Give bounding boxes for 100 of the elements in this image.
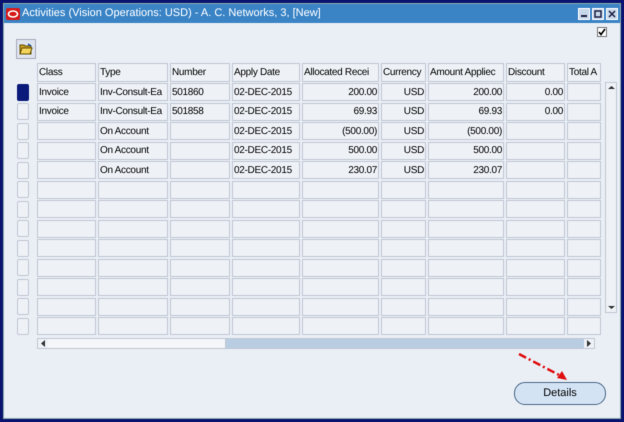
table-cell[interactable]	[567, 161, 601, 180]
table-cell[interactable]	[567, 298, 601, 316]
table-cell[interactable]	[506, 180, 565, 199]
table-cell[interactable]	[506, 200, 565, 218]
table-cell[interactable]: 501858	[170, 102, 230, 121]
table-cell[interactable]	[302, 239, 379, 258]
table-cell[interactable]: 02-DEC-2015	[232, 102, 300, 121]
table-cell[interactable]	[98, 220, 168, 238]
table-cell[interactable]	[506, 278, 565, 296]
table-cell[interactable]	[302, 298, 379, 316]
table-cell[interactable]	[232, 220, 300, 238]
table-cell[interactable]: On Account	[98, 122, 168, 140]
table-cell[interactable]	[506, 298, 565, 316]
table-cell[interactable]	[232, 278, 300, 296]
table-cell[interactable]	[37, 161, 96, 180]
table-cell[interactable]	[170, 239, 230, 258]
table-cell[interactable]: 02-DEC-2015	[232, 83, 300, 102]
close-button[interactable]	[606, 8, 618, 20]
table-cell[interactable]	[98, 239, 168, 258]
table-cell[interactable]	[37, 142, 96, 160]
table-cell[interactable]: 200.00	[302, 83, 379, 102]
table-cell[interactable]	[428, 298, 504, 316]
table-cell[interactable]	[428, 180, 504, 199]
table-cell[interactable]	[381, 258, 426, 277]
table-cell[interactable]	[428, 239, 504, 258]
table-cell[interactable]	[232, 317, 300, 336]
table-cell[interactable]	[567, 258, 601, 277]
table-cell[interactable]: (500.00)	[428, 122, 504, 140]
table-cell[interactable]	[37, 278, 96, 296]
table-cell[interactable]	[37, 220, 96, 238]
table-cell[interactable]	[37, 298, 96, 316]
table-cell[interactable]: 0.00	[506, 83, 565, 102]
table-cell[interactable]	[302, 317, 379, 336]
table-cell[interactable]	[506, 161, 565, 180]
table-cell[interactable]	[302, 180, 379, 199]
table-cell[interactable]: USD	[381, 83, 426, 102]
table-cell[interactable]: USD	[381, 161, 426, 180]
table-cell[interactable]	[302, 200, 379, 218]
table-cell[interactable]	[506, 142, 565, 160]
table-cell[interactable]	[170, 180, 230, 199]
table-cell[interactable]	[567, 239, 601, 258]
table-cell[interactable]	[232, 239, 300, 258]
table-cell[interactable]	[567, 83, 601, 102]
table-cell[interactable]: 500.00	[428, 142, 504, 160]
table-cell[interactable]	[381, 180, 426, 199]
table-cell[interactable]	[302, 278, 379, 296]
table-cell[interactable]	[37, 239, 96, 258]
details-button[interactable]: Details	[514, 382, 606, 405]
table-cell[interactable]	[506, 239, 565, 258]
table-cell[interactable]	[170, 298, 230, 316]
table-cell[interactable]	[98, 258, 168, 277]
table-cell[interactable]	[170, 142, 230, 160]
table-cell[interactable]	[506, 317, 565, 336]
table-cell[interactable]	[567, 317, 601, 336]
table-cell[interactable]	[302, 220, 379, 238]
table-cell[interactable]	[37, 180, 96, 199]
table-cell[interactable]	[381, 239, 426, 258]
table-cell[interactable]	[506, 122, 565, 140]
table-cell[interactable]	[428, 278, 504, 296]
table-cell[interactable]: 0.00	[506, 102, 565, 121]
table-cell[interactable]	[98, 180, 168, 199]
table-cell[interactable]: 02-DEC-2015	[232, 161, 300, 180]
table-cell[interactable]: On Account	[98, 161, 168, 180]
table-cell[interactable]	[428, 200, 504, 218]
table-cell[interactable]	[170, 200, 230, 218]
table-cell[interactable]: Inv-Consult-Ea	[98, 83, 168, 102]
table-cell[interactable]: 501860	[170, 83, 230, 102]
table-cell[interactable]	[381, 200, 426, 218]
open-folder-button[interactable]	[16, 39, 36, 59]
table-cell[interactable]	[428, 317, 504, 336]
table-cell[interactable]	[170, 220, 230, 238]
table-cell[interactable]	[170, 317, 230, 336]
table-cell[interactable]	[232, 298, 300, 316]
table-cell[interactable]	[37, 122, 96, 140]
scrollbar-thumb[interactable]	[48, 338, 226, 348]
table-cell[interactable]: Invoice	[37, 102, 96, 121]
table-cell[interactable]	[567, 122, 601, 140]
table-cell[interactable]: 02-DEC-2015	[232, 122, 300, 140]
table-cell[interactable]: USD	[381, 102, 426, 121]
table-cell[interactable]: 69.93	[302, 102, 379, 121]
table-cell[interactable]	[302, 258, 379, 277]
table-cell[interactable]: Invoice	[37, 83, 96, 102]
table-cell[interactable]	[98, 278, 168, 296]
table-cell[interactable]: USD	[381, 122, 426, 140]
table-cell[interactable]	[381, 278, 426, 296]
table-cell[interactable]	[37, 317, 96, 336]
table-cell[interactable]	[170, 278, 230, 296]
table-cell[interactable]: 69.93	[428, 102, 504, 121]
vertical-scrollbar[interactable]	[605, 82, 617, 313]
table-cell[interactable]	[170, 122, 230, 140]
table-cell[interactable]	[381, 298, 426, 316]
table-cell[interactable]: Inv-Consult-Ea	[98, 102, 168, 121]
table-cell[interactable]: On Account	[98, 142, 168, 160]
table-cell[interactable]	[567, 180, 601, 199]
table-cell[interactable]: 230.07	[302, 161, 379, 180]
table-cell[interactable]	[98, 200, 168, 218]
table-cell[interactable]	[98, 298, 168, 316]
table-cell[interactable]	[567, 278, 601, 296]
table-cell[interactable]	[428, 220, 504, 238]
table-cell[interactable]	[567, 200, 601, 218]
